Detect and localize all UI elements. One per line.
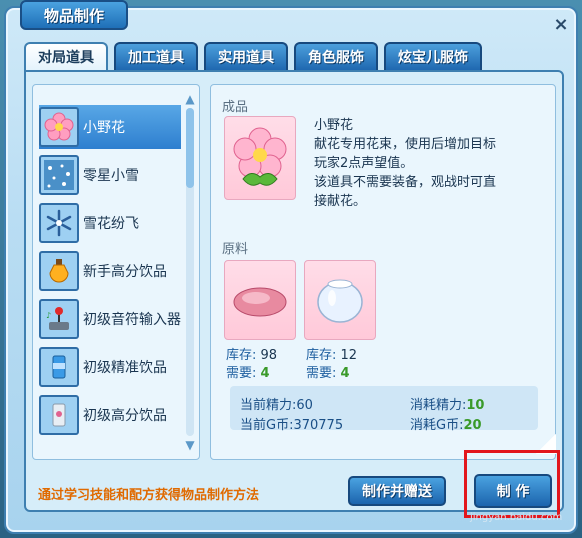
list-scrollbar[interactable]: ▲ ▼ [184,92,196,452]
svg-text:♪: ♪ [46,311,51,320]
material-need: 需要: 4 [226,362,270,381]
product-desc-line: 该道具不需要装备，观战时可直 [314,175,497,190]
glass-bowl-icon [317,279,363,323]
current-g-coins: 当前G币:370775 [240,414,343,433]
watermark: jingyan.baidu.com [470,512,563,523]
product-desc-line: 玩家2点声望值。 [314,156,414,171]
product-desc-line: 接献花。 [314,194,367,209]
stat-value: 60 [296,398,313,413]
product-desc-line: 献花专用花束，使用后增加目标 [314,137,497,152]
scroll-thumb[interactable] [186,108,194,188]
flower-icon [233,127,287,186]
stat-value: 10 [466,398,485,413]
craft-and-gift-button[interactable]: 制作并赠送 [348,476,446,506]
product-section-label: 成品 [222,100,249,115]
material-slot[interactable] [224,260,296,340]
stat-label: 当前精力: [240,398,297,413]
need-value: 4 [340,366,350,381]
tab-utility-items[interactable]: 实用道具 [204,42,288,70]
cost-g-coins: 消耗G币:20 [410,414,482,433]
flower-icon [39,107,79,147]
product-description: 小野花 献花专用花束，使用后增加目标 玩家2点声望值。 该道具不需要装备，观战时… [314,116,554,211]
need-label: 需要: [226,366,257,381]
stock-value: 98 [260,348,278,363]
potion-icon [39,251,79,291]
list-item[interactable]: 零星小雪 [39,153,181,197]
stat-label: 消耗精力: [410,398,467,413]
snow-icon [39,155,79,195]
list-item-label: 初级高分饮品 [83,408,167,424]
tab-character-outfits[interactable]: 角色服饰 [294,42,378,70]
material-need: 需要: 4 [306,362,350,381]
can-icon [39,347,79,387]
item-list: 小野花 零星小雪 雪花纷飞 新手高分饮品 ♪ 初级音符输入器 初级精准饮品 初级… [32,84,200,460]
window-title: 物品制作 [20,0,128,30]
can-icon [39,395,79,435]
close-icon[interactable]: × [552,16,570,34]
cost-energy: 消耗精力:10 [410,394,484,413]
snowflake-icon [39,203,79,243]
stock-value: 12 [340,348,358,363]
material-stock: 库存: 12 [306,344,357,363]
list-item[interactable]: 初级精准饮品 [39,345,181,389]
list-item-label: 雪花纷飞 [83,216,139,232]
stock-label: 库存: [226,348,257,363]
stock-label: 库存: [306,348,337,363]
product-slot[interactable] [224,116,296,200]
list-item[interactable]: 雪花纷飞 [39,201,181,245]
list-item[interactable]: ♪ 初级音符输入器 [39,297,181,341]
stat-value: 20 [463,418,482,433]
list-item-label: 零星小雪 [83,168,139,184]
tab-pet-outfits[interactable]: 炫宝儿服饰 [384,42,482,70]
material-stock: 库存: 98 [226,344,277,363]
highlight-box [464,450,560,518]
chevron-up-icon[interactable]: ▲ [182,92,198,106]
material-slot[interactable] [304,260,376,340]
need-label: 需要: [306,366,337,381]
scroll-track[interactable] [186,108,194,436]
list-item-label: 初级精准饮品 [83,360,167,376]
crafting-hint: 通过学习技能和配方获得物品制作方法 [38,488,260,503]
need-value: 4 [260,366,270,381]
stat-label: 消耗G币: [410,418,464,433]
list-item-label: 初级音符输入器 [83,312,181,328]
material-section-label: 原料 [222,242,249,257]
list-item-label: 新手高分饮品 [83,264,167,280]
chevron-down-icon[interactable]: ▼ [182,438,198,452]
tab-match-items[interactable]: 对局道具 [24,42,108,70]
stat-label: 当前G币: [240,418,294,433]
list-item[interactable]: 初级高分饮品 [39,393,181,437]
joystick-icon: ♪ [39,299,79,339]
category-tabs: 对局道具 加工道具 实用道具 角色服饰 炫宝儿服饰 [24,42,482,70]
current-energy: 当前精力:60 [240,394,313,413]
list-item[interactable]: 小野花 [39,105,181,149]
tab-processing-items[interactable]: 加工道具 [114,42,198,70]
list-item[interactable]: 新手高分饮品 [39,249,181,293]
product-name: 小野花 [314,118,354,133]
meat-icon [233,287,287,317]
list-item-label: 小野花 [83,120,125,136]
stat-value: 370775 [293,418,344,433]
